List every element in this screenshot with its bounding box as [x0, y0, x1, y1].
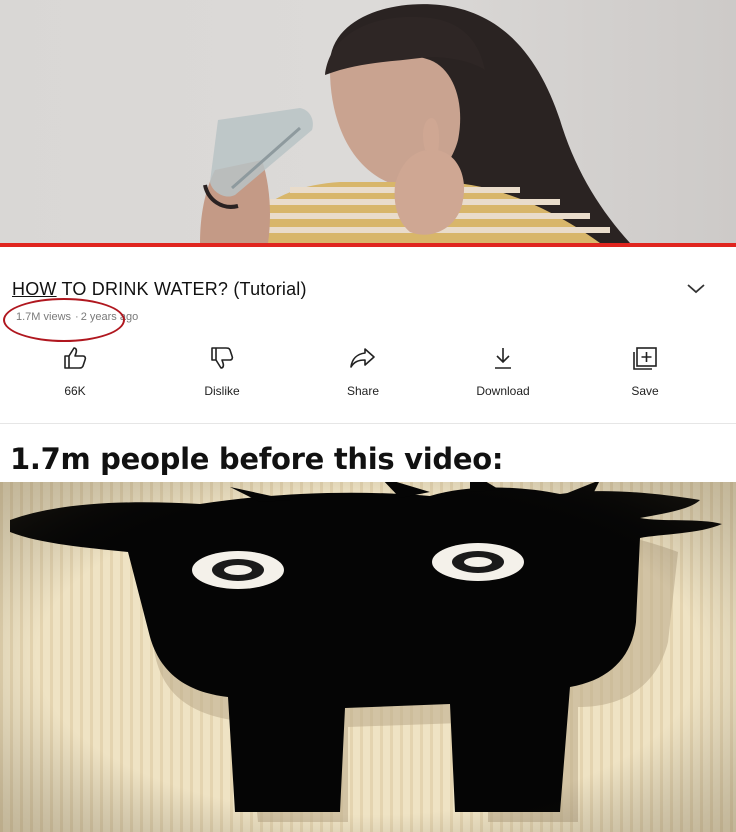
save-button[interactable]: Save [590, 345, 700, 405]
like-count: 66K [64, 384, 86, 398]
dislike-label: Dislike [204, 384, 240, 398]
annotation-circle [3, 298, 125, 342]
meme-caption: 1.7m people before this video: [0, 424, 736, 482]
meme-image [0, 482, 736, 832]
video-info-panel: HOW TO DRINK WATER? (Tutorial) 1.7M view… [0, 247, 736, 424]
video-player[interactable] [0, 0, 736, 243]
download-label: Download [476, 384, 530, 398]
video-thumbnail-image [0, 0, 736, 243]
like-button[interactable]: 66K [20, 345, 130, 405]
save-label: Save [631, 384, 659, 398]
thumbs-up-icon [64, 347, 87, 369]
dislike-button[interactable]: Dislike [167, 345, 277, 405]
caption-text: 1.7m people before this video: [10, 442, 504, 476]
silhouette-creature-image [0, 482, 736, 832]
share-button[interactable]: Share [308, 345, 418, 405]
video-title[interactable]: HOW TO DRINK WATER? (Tutorial) [12, 279, 307, 300]
download-icon [495, 348, 511, 369]
video-title-prefix: HOW [12, 279, 57, 299]
chevron-down-icon[interactable] [684, 277, 708, 301]
thumbs-down-icon [211, 347, 234, 369]
share-label: Share [346, 384, 380, 398]
share-arrow-icon [350, 348, 375, 368]
download-button[interactable]: Download [448, 345, 558, 405]
action-bar: 66K Dislike Share Download Save [0, 345, 736, 415]
add-to-playlist-icon [633, 347, 657, 370]
video-title-rest: TO DRINK WATER? (Tutorial) [56, 279, 307, 299]
